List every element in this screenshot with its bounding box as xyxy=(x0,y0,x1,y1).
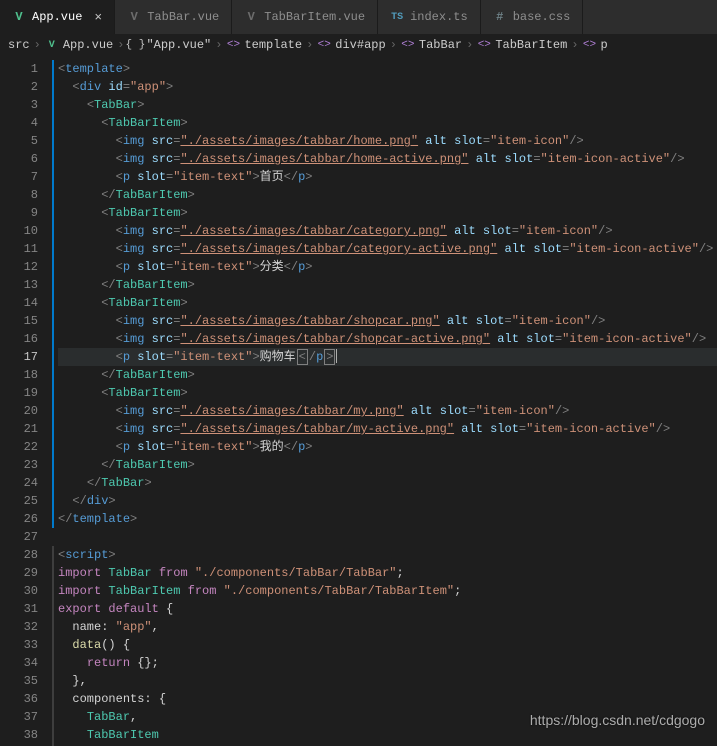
code-line[interactable]: </TabBarItem> xyxy=(58,276,717,294)
tag-icon: <> xyxy=(317,38,331,52)
code-line[interactable]: <img src="./assets/images/tabbar/shopcar… xyxy=(58,330,717,348)
code-line[interactable]: <p slot="item-text">我的</p> xyxy=(58,438,717,456)
code-line[interactable]: }, xyxy=(58,672,717,690)
code-line[interactable]: import TabBar from "./components/TabBar/… xyxy=(58,564,717,582)
code-line[interactable]: <TabBarItem> xyxy=(58,114,717,132)
code-line[interactable]: <TabBarItem> xyxy=(58,204,717,222)
crumb-tabbaritem: <>TabBarItem xyxy=(477,38,567,52)
tab-app-vue[interactable]: V App.vue × xyxy=(0,0,115,34)
tag-icon: <> xyxy=(477,38,491,52)
brace-icon: { } xyxy=(128,38,142,52)
vue-icon: V xyxy=(12,10,26,24)
code-line[interactable]: <img src="./assets/images/tabbar/my.png"… xyxy=(58,402,717,420)
crumb-p: <>p xyxy=(583,38,608,52)
code-line[interactable]: <div id="app"> xyxy=(58,78,717,96)
crumb-tabbar: <>TabBar xyxy=(401,38,462,52)
code-line[interactable]: <img src="./assets/images/tabbar/home-ac… xyxy=(58,150,717,168)
crumb-app: VApp.vue xyxy=(45,38,113,52)
vue-icon: V xyxy=(127,10,141,24)
code-line[interactable]: </TabBarItem> xyxy=(58,186,717,204)
tag-icon: <> xyxy=(583,38,597,52)
code-line[interactable]: data() { xyxy=(58,636,717,654)
tab-tabbar-vue[interactable]: V TabBar.vue xyxy=(115,0,232,34)
code-line[interactable]: <img src="./assets/images/tabbar/my-acti… xyxy=(58,420,717,438)
code-line[interactable]: return {}; xyxy=(58,654,717,672)
crumb-module: { }"App.vue" xyxy=(128,38,211,52)
code-line[interactable]: </TabBar> xyxy=(58,474,717,492)
crumb-div: <>div#app xyxy=(317,38,385,52)
tab-base-css[interactable]: # base.css xyxy=(481,0,584,34)
tab-tabbaritem-vue[interactable]: V TabBarItem.vue xyxy=(232,0,378,34)
code-line[interactable]: </div> xyxy=(58,492,717,510)
code-line[interactable]: import TabBarItem from "./components/Tab… xyxy=(58,582,717,600)
tab-label: index.ts xyxy=(410,10,468,24)
code-line[interactable] xyxy=(58,528,717,546)
code-line[interactable]: <img src="./assets/images/tabbar/home.pn… xyxy=(58,132,717,150)
code-line[interactable]: <p slot="item-text">首页</p> xyxy=(58,168,717,186)
code-line[interactable]: </template> xyxy=(58,510,717,528)
breadcrumb[interactable]: src › VApp.vue › { }"App.vue" › <>templa… xyxy=(0,34,717,56)
tag-icon: <> xyxy=(401,38,415,52)
code-line[interactable]: </TabBarItem> xyxy=(58,366,717,384)
code-line[interactable]: export default { xyxy=(58,600,717,618)
code-line[interactable]: name: "app", xyxy=(58,618,717,636)
tab-label: TabBarItem.vue xyxy=(264,10,365,24)
tab-label: TabBar.vue xyxy=(147,10,219,24)
code-line[interactable]: <p slot="item-text">分类</p> xyxy=(58,258,717,276)
code-line[interactable]: components: { xyxy=(58,690,717,708)
fold-bar xyxy=(52,56,58,738)
code-line[interactable]: <script> xyxy=(58,546,717,564)
crumb-src: src xyxy=(8,38,30,52)
tag-icon: <> xyxy=(226,38,240,52)
code-line[interactable]: </TabBarItem> xyxy=(58,456,717,474)
code-line[interactable]: <TabBarItem> xyxy=(58,294,717,312)
code-area[interactable]: <template> <div id="app"> <TabBar> <TabB… xyxy=(58,56,717,738)
code-editor[interactable]: 1234567891011121314151617181920212223242… xyxy=(0,56,717,738)
code-line[interactable]: <TabBarItem> xyxy=(58,384,717,402)
vue-icon: V xyxy=(45,38,59,52)
watermark: https://blog.csdn.net/cdgogo xyxy=(530,712,705,728)
ts-icon: TS xyxy=(390,10,404,24)
tab-label: base.css xyxy=(513,10,571,24)
crumb-template: <>template xyxy=(226,38,302,52)
tab-index-ts[interactable]: TS index.ts xyxy=(378,0,481,34)
vue-icon: V xyxy=(244,10,258,24)
line-numbers: 1234567891011121314151617181920212223242… xyxy=(0,56,52,738)
code-line[interactable]: <TabBar> xyxy=(58,96,717,114)
close-icon[interactable]: × xyxy=(94,10,102,25)
code-line[interactable]: <img src="./assets/images/tabbar/categor… xyxy=(58,222,717,240)
code-line[interactable]: <img src="./assets/images/tabbar/shopcar… xyxy=(58,312,717,330)
editor-tabs: V App.vue × V TabBar.vue V TabBarItem.vu… xyxy=(0,0,717,34)
code-line[interactable]: <template> xyxy=(58,60,717,78)
code-line[interactable]: <img src="./assets/images/tabbar/categor… xyxy=(58,240,717,258)
code-line[interactable]: <p slot="item-text">购物车</p> xyxy=(58,348,717,366)
tab-label: App.vue xyxy=(32,10,82,24)
hash-icon: # xyxy=(493,10,507,24)
